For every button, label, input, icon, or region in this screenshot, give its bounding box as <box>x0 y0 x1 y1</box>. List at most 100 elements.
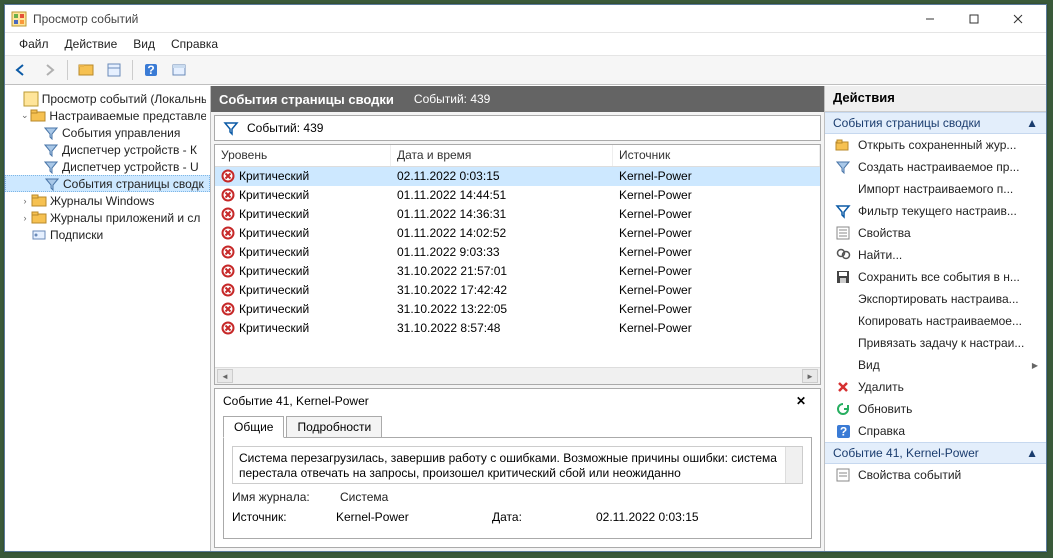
filter-text: Событий: 439 <box>247 121 323 135</box>
tree-app-logs[interactable]: › Журналы приложений и сл <box>5 209 210 226</box>
critical-icon <box>221 283 235 297</box>
action-item[interactable]: Обновить <box>825 398 1046 420</box>
critical-icon <box>221 188 235 202</box>
actions-header: Действия <box>825 86 1046 112</box>
chevron-right-icon: ▶ <box>1032 361 1038 370</box>
action-item[interactable]: Привязать задачу к настраи... <box>825 332 1046 354</box>
critical-icon <box>221 169 235 183</box>
event-row[interactable]: Критический02.11.2022 0:03:15Kernel-Powe… <box>215 167 820 186</box>
collapse-icon: ▲ <box>1026 116 1038 130</box>
critical-icon <box>221 302 235 316</box>
folder-icon <box>31 210 47 226</box>
action-item[interactable]: Копировать настраиваемое... <box>825 310 1046 332</box>
actions-pane: Действия События страницы сводки ▲ Откры… <box>824 86 1046 551</box>
col-source[interactable]: Источник <box>613 145 820 166</box>
action-icon <box>835 335 851 351</box>
critical-icon <box>221 321 235 335</box>
tab-content: Система перезагрузилась, завершив работу… <box>223 437 812 539</box>
event-row[interactable]: Критический01.11.2022 14:36:31Kernel-Pow… <box>215 205 820 224</box>
tree-item-device-k[interactable]: Диспетчер устройств - К <box>5 141 210 158</box>
action-item[interactable]: Создать настраиваемое пр... <box>825 156 1046 178</box>
filter-bar: Событий: 439 <box>214 115 821 141</box>
action-item[interactable]: Свойства событий <box>825 464 1046 486</box>
event-row[interactable]: Критический01.11.2022 14:44:51Kernel-Pow… <box>215 186 820 205</box>
center-pane: События страницы сводки Событий: 439 Соб… <box>211 86 824 551</box>
horizontal-scrollbar[interactable]: ◄ ► <box>215 367 820 384</box>
refresh-view-button[interactable] <box>167 58 191 82</box>
actions-group2-header[interactable]: Событие 41, Kernel-Power ▲ <box>825 442 1046 464</box>
critical-icon <box>221 264 235 278</box>
source-label: Источник: <box>232 510 324 524</box>
critical-icon <box>221 226 235 240</box>
event-row[interactable]: Критический01.11.2022 9:03:33Kernel-Powe… <box>215 243 820 262</box>
log-name-value: Система <box>340 490 388 504</box>
tab-details[interactable]: Подробности <box>286 416 382 438</box>
tree-pane: Просмотр событий (Локальны ⌄ Настраиваем… <box>5 86 211 551</box>
col-level[interactable]: Уровень <box>215 145 391 166</box>
tree-item-device-u[interactable]: Диспетчер устройств - U <box>5 158 210 175</box>
nav-forward-button[interactable] <box>37 58 61 82</box>
critical-icon <box>221 245 235 259</box>
event-list: Уровень Дата и время Источник Критически… <box>214 144 821 385</box>
help-button[interactable]: ? <box>139 58 163 82</box>
folder-icon <box>31 193 47 209</box>
tree-custom-views[interactable]: ⌄ Настраиваемые представлен <box>5 107 210 124</box>
actions-group1-header[interactable]: События страницы сводки ▲ <box>825 112 1046 134</box>
action-item[interactable]: Фильтр текущего настраив... <box>825 200 1046 222</box>
action-item[interactable]: ?Справка <box>825 420 1046 442</box>
maximize-button[interactable] <box>952 6 996 32</box>
tab-general[interactable]: Общие <box>223 416 284 438</box>
action-icon <box>835 357 851 373</box>
action-icon <box>835 181 851 197</box>
tree-windows-logs[interactable]: › Журналы Windows <box>5 192 210 209</box>
menu-view[interactable]: Вид <box>125 35 163 53</box>
action-item[interactable]: Найти... <box>825 244 1046 266</box>
minimize-button[interactable] <box>908 6 952 32</box>
menu-help[interactable]: Справка <box>163 35 226 53</box>
tree-item-admin-events[interactable]: События управления <box>5 124 210 141</box>
event-row[interactable]: Критический01.11.2022 14:02:52Kernel-Pow… <box>215 224 820 243</box>
event-row[interactable]: Критический31.10.2022 13:22:05Kernel-Pow… <box>215 300 820 319</box>
close-button[interactable] <box>996 6 1040 32</box>
action-icon <box>835 313 851 329</box>
nav-back-button[interactable] <box>9 58 33 82</box>
action-item[interactable]: Вид▶ <box>825 354 1046 376</box>
log-name-label: Имя журнала: <box>232 490 324 504</box>
action-icon <box>835 247 851 263</box>
menu-file[interactable]: Файл <box>11 35 57 53</box>
detail-close-button[interactable]: ✕ <box>796 394 812 410</box>
scroll-left-button[interactable]: ◄ <box>217 369 233 383</box>
list-body[interactable]: Критический02.11.2022 0:03:15Kernel-Powe… <box>215 167 820 367</box>
action-item[interactable]: Удалить <box>825 376 1046 398</box>
folder-icon <box>30 108 46 124</box>
action-item[interactable]: Импорт настраиваемого п... <box>825 178 1046 200</box>
show-tree-button[interactable] <box>74 58 98 82</box>
action-icon <box>835 401 851 417</box>
col-date[interactable]: Дата и время <box>391 145 613 166</box>
app-window: Просмотр событий Файл Действие Вид Справ… <box>4 4 1047 552</box>
action-item[interactable]: Сохранить все события в н... <box>825 266 1046 288</box>
menu-action[interactable]: Действие <box>57 35 126 53</box>
event-row[interactable]: Критический31.10.2022 8:57:48Kernel-Powe… <box>215 319 820 338</box>
window-title: Просмотр событий <box>33 12 908 26</box>
event-row[interactable]: Критический31.10.2022 17:42:42Kernel-Pow… <box>215 281 820 300</box>
collapse-icon: ▲ <box>1026 446 1038 460</box>
scroll-right-button[interactable]: ► <box>802 369 818 383</box>
action-icon <box>835 291 851 307</box>
tree-subscriptions[interactable]: Подписки <box>5 226 210 243</box>
event-count: Событий: 439 <box>414 92 490 106</box>
action-item[interactable]: Свойства <box>825 222 1046 244</box>
filter-icon <box>43 125 59 141</box>
funnel-icon <box>223 120 239 136</box>
action-item[interactable]: Экспортировать настраива... <box>825 288 1046 310</box>
tree-item-summary-events[interactable]: События страницы сводк <box>5 175 210 192</box>
action-icon <box>835 225 851 241</box>
tree-root[interactable]: Просмотр событий (Локальны <box>5 90 210 107</box>
action-item[interactable]: Открыть сохраненный жур... <box>825 134 1046 156</box>
properties-button[interactable] <box>102 58 126 82</box>
message-scrollbar[interactable] <box>785 447 802 483</box>
action-icon <box>835 467 851 483</box>
event-row[interactable]: Критический31.10.2022 21:57:01Kernel-Pow… <box>215 262 820 281</box>
action-icon <box>835 269 851 285</box>
app-icon <box>11 11 27 27</box>
